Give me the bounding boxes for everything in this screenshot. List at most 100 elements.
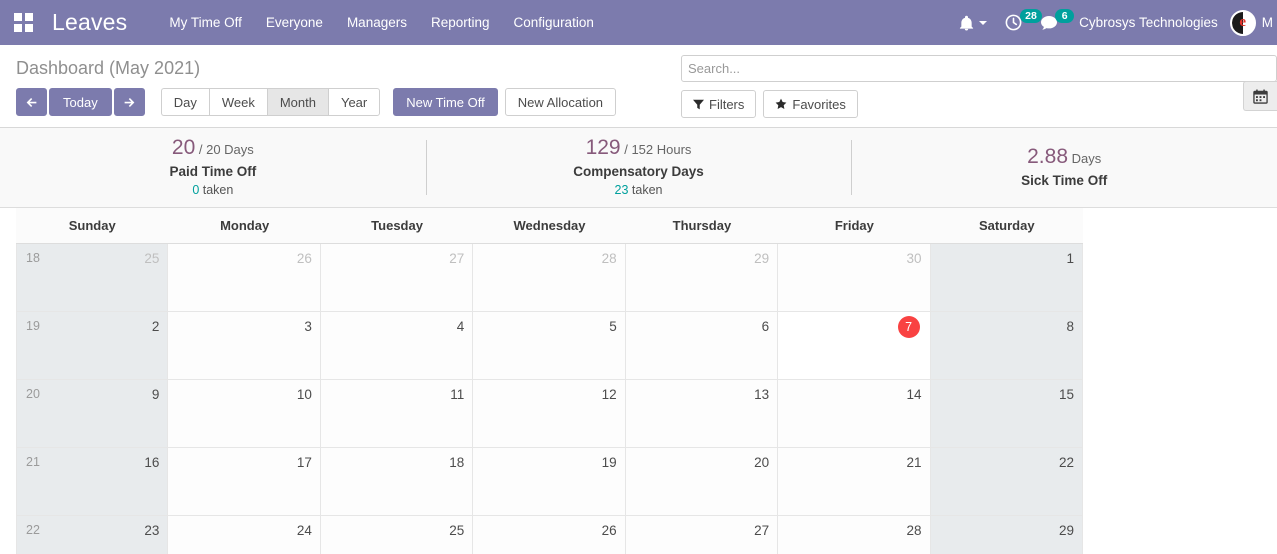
calendar-day-cell[interactable]: 20 — [625, 448, 779, 515]
scale-button-day[interactable]: Day — [160, 88, 209, 116]
menu-item-configuration[interactable]: Configuration — [502, 0, 606, 45]
notifications-button[interactable] — [950, 0, 996, 45]
next-period-button[interactable] — [113, 88, 145, 116]
scale-button-year[interactable]: Year — [327, 88, 381, 116]
calendar-week-number: 19 — [26, 319, 40, 333]
stat-card[interactable]: 20 / 20 Days Paid Time Off 0 taken — [0, 128, 426, 207]
calendar-view-switcher-button[interactable] — [1243, 81, 1277, 111]
calendar-day-cell[interactable]: 26 — [473, 516, 626, 554]
calendar-day-cell[interactable]: 20 9 — [16, 380, 169, 447]
calendar-day-cell[interactable]: 21 — [778, 448, 931, 515]
calendar-day-cell[interactable]: 18 25 — [16, 244, 169, 311]
scale-button-month[interactable]: Month — [266, 88, 328, 116]
calendar-day-cell[interactable]: 3 — [168, 312, 321, 379]
app-brand-title[interactable]: Leaves — [52, 9, 127, 36]
stat-taken-line: 0 taken — [192, 181, 233, 199]
stat-total: Days — [1068, 151, 1102, 166]
calendar-day-cell[interactable]: 8 — [930, 312, 1083, 379]
calendar-day-cell[interactable]: 6 — [625, 312, 779, 379]
calendar-grid: 18 25 26 27 28 29 30 1 19 2 3 4 5 6 7 8 20 9 10 11 12 13 14 15 2… — [16, 243, 1083, 554]
calendar-day-cell[interactable]: 30 — [778, 244, 931, 311]
calendar-day-cell[interactable]: 24 — [168, 516, 321, 554]
messages-count-badge: 6 — [1055, 9, 1075, 23]
calendar-icon — [1253, 89, 1268, 104]
calendar-day-number: 27 — [754, 523, 770, 538]
calendar-day-cell[interactable]: 19 2 — [16, 312, 169, 379]
stat-taken-label: taken — [628, 183, 663, 197]
calendar-day-cell[interactable]: 5 — [473, 312, 626, 379]
calendar-day-cell[interactable]: 1 — [930, 244, 1083, 311]
previous-period-button[interactable] — [16, 88, 47, 116]
leave-type-stats-bar: 20 / 20 Days Paid Time Off 0 taken 129 / 15… — [0, 128, 1277, 208]
calendar-day-cell[interactable]: 25 — [320, 516, 474, 554]
calendar-day-cell[interactable]: 12 — [473, 380, 626, 447]
calendar-day-cell[interactable]: 28 — [473, 244, 626, 311]
calendar-day-number: 29 — [1058, 523, 1074, 538]
messages-button[interactable]: 6 — [1031, 0, 1075, 45]
new-time-off-button[interactable]: New Time Off — [393, 88, 498, 116]
menu-item-managers[interactable]: Managers — [335, 0, 419, 45]
calendar-day-number: 28 — [601, 251, 617, 266]
calendar-day-cell[interactable]: 7 — [778, 312, 931, 379]
stat-card[interactable]: 2.88 Days Sick Time Off — [851, 128, 1277, 207]
calendar-day-cell[interactable]: 22 23 — [16, 516, 169, 554]
calendar-day-cell[interactable]: 11 — [320, 380, 474, 447]
new-allocation-button[interactable]: New Allocation — [504, 88, 617, 116]
calendar-day-cell[interactable]: 17 — [168, 448, 321, 515]
search-input[interactable] — [688, 61, 1270, 76]
calendar-day-cell[interactable]: 29 — [625, 244, 779, 311]
search-bar[interactable] — [681, 55, 1277, 82]
stat-total: / 20 Days — [195, 142, 254, 157]
calendar-day-cell[interactable]: 15 — [930, 380, 1083, 447]
control-panel: Dashboard (May 2021) Today Day Week Month Y… — [0, 45, 1277, 128]
calendar-day-cell[interactable]: 27 — [625, 516, 779, 554]
calendar-day-cell[interactable]: 27 — [320, 244, 474, 311]
calendar-day-number: 17 — [296, 455, 312, 470]
calendar-day-header: Saturday — [978, 218, 1035, 233]
activities-button[interactable]: 28 — [996, 0, 1042, 45]
filters-button[interactable]: Filters — [681, 90, 757, 118]
calendar-day-cell[interactable]: 28 — [778, 516, 931, 554]
menu-item-my-time-off[interactable]: My Time Off — [157, 0, 254, 45]
calendar-day-cell[interactable]: 19 — [473, 448, 626, 515]
navbar-right-section: 28 6 Cybrosys Technologies e M — [950, 0, 1277, 45]
avatar: e — [1229, 9, 1256, 36]
top-navbar: Leaves My Time Off Everyone Managers Report… — [0, 0, 1277, 45]
calendar-day-number: 23 — [144, 523, 160, 538]
scale-button-week[interactable]: Week — [208, 88, 267, 116]
calendar-day-number: 25 — [449, 523, 465, 538]
user-name-label: M — [1261, 15, 1273, 30]
calendar-day-cell[interactable]: 29 — [930, 516, 1083, 554]
calendar-day-cell[interactable]: 14 — [778, 380, 931, 447]
calendar-day-number: 9 — [151, 387, 160, 402]
calendar-view: Sunday Monday Tuesday Wednesday Thursday Frid… — [0, 208, 1277, 554]
calendar-day-cell[interactable]: 22 — [930, 448, 1083, 515]
calendar-week-number: 18 — [26, 251, 40, 265]
menu-item-reporting[interactable]: Reporting — [419, 0, 502, 45]
calendar-day-cell[interactable]: 13 — [625, 380, 779, 447]
search-filters-row: Filters Favorites — [681, 90, 1277, 118]
stat-card[interactable]: 129 / 152 Hours Compensatory Days 23 taken — [425, 128, 852, 207]
calendar-day-cell[interactable]: 4 — [320, 312, 474, 379]
calendar-day-number: 12 — [601, 387, 617, 402]
company-switcher[interactable]: Cybrosys Technologies — [1067, 15, 1230, 30]
filters-label: Filters — [709, 96, 745, 112]
search-area: Filters Favorites — [681, 55, 1277, 118]
avatar-image: e — [1231, 11, 1254, 34]
calendar-day-number: 5 — [609, 319, 617, 334]
user-menu[interactable]: e M — [1229, 9, 1277, 36]
apps-menu-toggle[interactable] — [0, 0, 46, 45]
calendar-day-number: 27 — [449, 251, 465, 266]
favorites-button[interactable]: Favorites — [763, 90, 858, 118]
today-button[interactable]: Today — [49, 88, 112, 116]
calendar-day-cell[interactable]: 10 — [168, 380, 321, 447]
stat-taken-label: taken — [199, 183, 234, 197]
calendar-day-cell[interactable]: 21 16 — [16, 448, 169, 515]
calendar-day-number: 26 — [296, 251, 312, 266]
calendar-day-cell[interactable]: 18 — [320, 448, 474, 515]
calendar-week-row: 19 2 3 4 5 6 7 8 — [16, 312, 1083, 380]
calendar-week-row: 18 25 26 27 28 29 30 1 — [16, 244, 1083, 312]
calendar-day-headers: Sunday Monday Tuesday Wednesday Thursday Frid… — [16, 208, 1083, 243]
menu-item-everyone[interactable]: Everyone — [254, 0, 335, 45]
calendar-day-cell[interactable]: 26 — [168, 244, 321, 311]
